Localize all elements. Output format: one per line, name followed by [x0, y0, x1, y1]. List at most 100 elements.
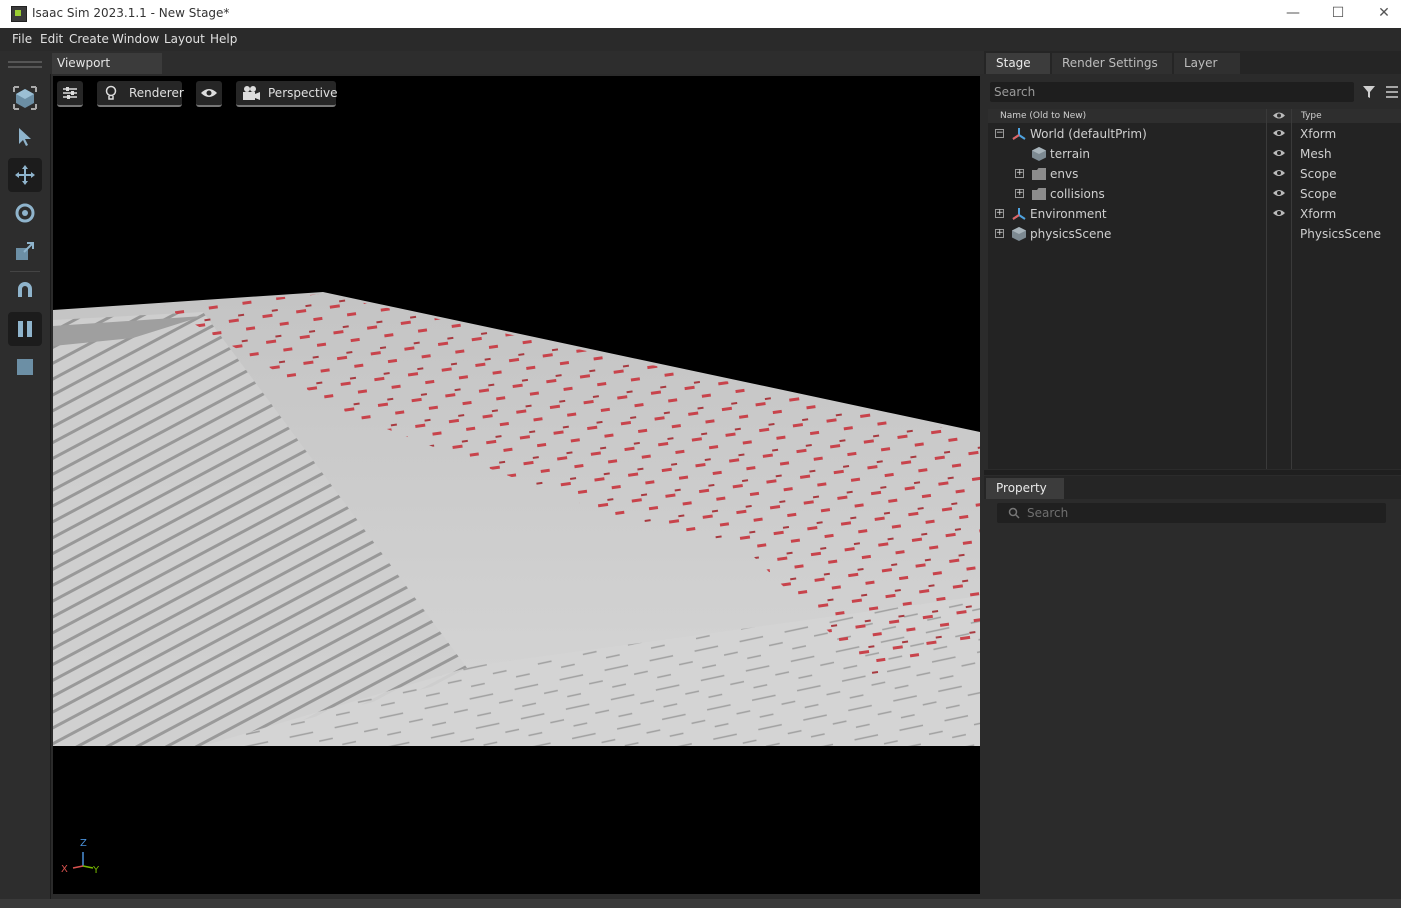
select-tool-button[interactable] [8, 120, 42, 154]
axis-z-label: Z [80, 838, 87, 849]
tree-row-envs[interactable]: + envs Scope [988, 164, 1401, 184]
window-title: Isaac Sim 2023.1.1 - New Stage* [32, 6, 230, 20]
camera-button[interactable]: Perspective [236, 81, 338, 107]
move-arrows-icon [15, 165, 35, 185]
axis-gizmo: Z X Y [61, 838, 105, 878]
mesh-icon [1012, 227, 1026, 241]
eye-icon [201, 89, 217, 97]
stage-tab-row: Stage Render Settings Layer [984, 51, 1401, 74]
viewport[interactable]: Renderer Perspective Z X Y [53, 76, 980, 894]
prim-type: Mesh [1300, 147, 1332, 161]
sliders-icon [63, 87, 77, 99]
prim-type: Scope [1300, 187, 1337, 201]
expand-icon[interactable]: + [1015, 169, 1024, 178]
prim-type: Scope [1300, 167, 1337, 181]
toolbar-separator [10, 271, 40, 272]
maximize-button[interactable]: ☐ [1315, 0, 1361, 28]
xform-icon [1012, 208, 1026, 220]
tree-row-physicsscene[interactable]: + physicsScene PhysicsScene [988, 224, 1401, 244]
tab-viewport[interactable]: Viewport [52, 53, 162, 74]
lightbulb-icon [105, 85, 117, 100]
panel-splitter[interactable] [984, 470, 1401, 475]
rotate-tool-button[interactable] [8, 196, 42, 230]
cube-select-icon [13, 86, 37, 110]
viewport-scene [53, 292, 980, 746]
menu-layout[interactable]: Layout [164, 32, 205, 46]
tree-row-collisions[interactable]: + collisions Scope [988, 184, 1401, 204]
pause-icon [18, 321, 32, 337]
eye-icon[interactable] [1272, 168, 1286, 178]
title-bar: Isaac Sim 2023.1.1 - New Stage* — ☐ ✕ [0, 0, 1401, 28]
tab-layer[interactable]: Layer [1174, 53, 1240, 74]
stop-icon [17, 359, 33, 375]
prim-type: Xform [1300, 127, 1337, 141]
expand-icon[interactable]: + [995, 209, 1004, 218]
options-menu-icon[interactable] [1385, 86, 1399, 98]
close-button[interactable]: ✕ [1361, 0, 1401, 28]
property-tab-row: Property [984, 476, 1401, 499]
minimize-button[interactable]: — [1270, 0, 1316, 28]
prim-name: physicsScene [1030, 227, 1112, 241]
xform-icon [1012, 128, 1026, 140]
visibility-button[interactable] [196, 81, 222, 107]
expand-icon[interactable]: + [995, 229, 1004, 238]
rotate-icon [15, 203, 35, 223]
visibility-column-eye-icon [1273, 112, 1285, 119]
viewport-settings-button[interactable] [57, 81, 83, 107]
scale-icon [16, 242, 34, 260]
mesh-icon [1032, 147, 1046, 161]
stage-tree-header: Name (Old to New) Type [988, 109, 1401, 123]
column-type-header[interactable]: Type [1301, 111, 1322, 121]
camera-label: Perspective [268, 86, 338, 100]
renderer-button[interactable]: Renderer [97, 81, 184, 107]
select-mode-button[interactable] [8, 81, 42, 115]
viewport-tab-row: Viewport [50, 51, 984, 74]
menu-help[interactable]: Help [210, 32, 237, 46]
stage-tree: Name (Old to New) Type − World (defaultP… [988, 109, 1401, 469]
app-icon [11, 6, 27, 22]
snap-button[interactable] [8, 274, 42, 308]
eye-icon[interactable] [1272, 128, 1286, 138]
pause-button[interactable] [8, 312, 42, 346]
arrow-pointer-icon [19, 128, 31, 146]
tab-stage[interactable]: Stage [986, 53, 1050, 74]
menu-file[interactable]: File [12, 32, 32, 46]
collapse-icon[interactable]: − [995, 129, 1004, 138]
magnet-icon [18, 282, 32, 297]
property-search-input[interactable]: Search [997, 503, 1386, 523]
status-bar [0, 899, 1401, 908]
menu-create[interactable]: Create [69, 32, 109, 46]
eye-icon[interactable] [1272, 148, 1286, 158]
prim-name: terrain [1050, 147, 1091, 161]
folder-icon [1032, 168, 1046, 180]
scale-tool-button[interactable] [8, 234, 42, 268]
prim-type: PhysicsScene [1300, 227, 1381, 241]
tree-row-world[interactable]: − World (defaultPrim) Xform [988, 124, 1401, 144]
column-name-header[interactable]: Name (Old to New) [1000, 111, 1086, 121]
prim-type: Xform [1300, 207, 1337, 221]
expand-icon[interactable]: + [1015, 189, 1024, 198]
toolbar-grip[interactable] [8, 61, 42, 63]
toolbar-grip[interactable] [8, 66, 42, 68]
stage-search-input[interactable]: Search [990, 82, 1354, 102]
eye-icon[interactable] [1272, 188, 1286, 198]
eye-icon[interactable] [1272, 208, 1286, 218]
tool-bar [0, 51, 51, 900]
tree-row-environment[interactable]: + Environment Xform [988, 204, 1401, 224]
prim-name: Environment [1030, 207, 1107, 221]
prim-name: envs [1050, 167, 1079, 181]
renderer-label: Renderer [129, 86, 184, 100]
menu-window[interactable]: Window [112, 32, 159, 46]
tab-render-settings[interactable]: Render Settings [1052, 53, 1172, 74]
camera-icon [243, 86, 260, 100]
tree-row-terrain[interactable]: terrain Mesh [988, 144, 1401, 164]
axis-x-label: X [61, 864, 68, 875]
prim-name: collisions [1050, 187, 1105, 201]
search-icon [1008, 507, 1020, 519]
tab-property[interactable]: Property [986, 478, 1064, 499]
move-tool-button[interactable] [8, 158, 42, 192]
menu-edit[interactable]: Edit [40, 32, 63, 46]
filter-icon[interactable] [1362, 85, 1376, 99]
stop-button[interactable] [8, 350, 42, 384]
menu-bar: File Edit Create Window Layout Help [0, 28, 1401, 51]
